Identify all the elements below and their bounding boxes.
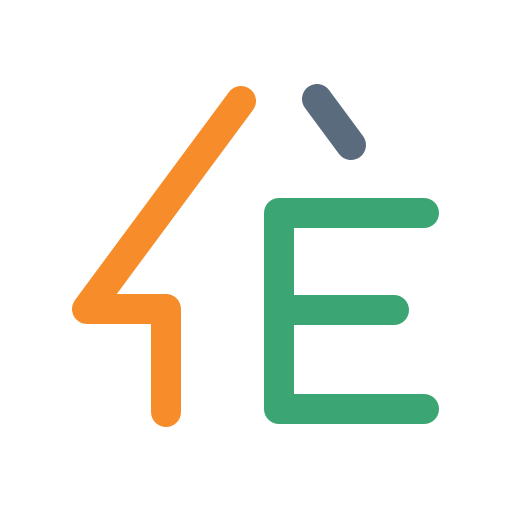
logo-canvas (0, 0, 512, 512)
logo-letter-e (264, 198, 439, 424)
logo-grave-accent (302, 84, 366, 160)
logo-numeral-four (72, 86, 256, 427)
logo-mark (72, 84, 439, 427)
